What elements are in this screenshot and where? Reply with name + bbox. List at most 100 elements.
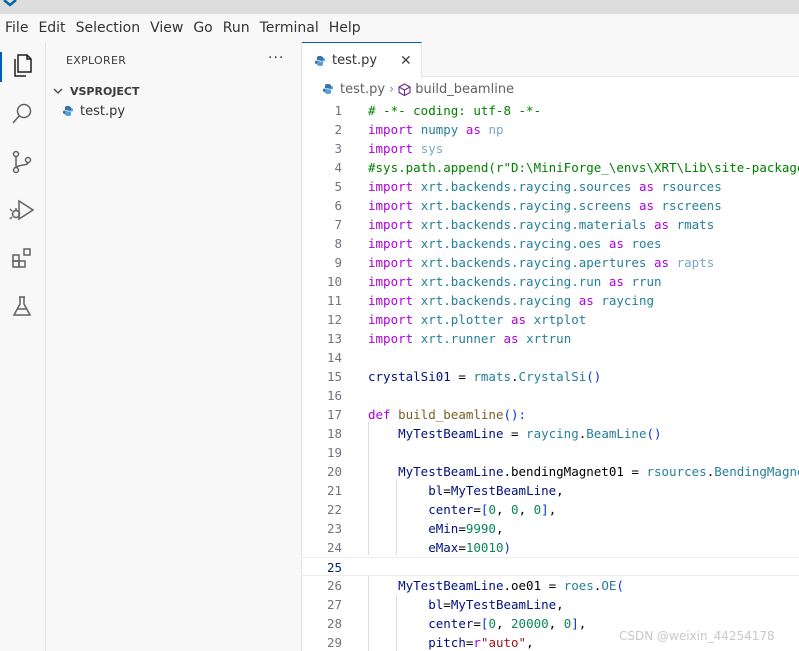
search-icon[interactable] (8, 100, 36, 128)
code-line[interactable]: 10 import xrt.backends.raycing.run as rru… (302, 272, 799, 291)
line-number: 20 (326, 464, 342, 479)
code-line[interactable]: 14 (302, 348, 799, 367)
line-number: 22 (326, 502, 342, 517)
code-token: MyTestBeamLine (398, 464, 504, 479)
code-line[interactable]: 26 MyTestBeamLine.oe01 = roes.OE( (302, 576, 799, 595)
code-token: = (443, 483, 451, 498)
code-token: eMin (428, 521, 459, 536)
code-token: , (548, 502, 557, 517)
code-token: = (458, 540, 466, 555)
folder-vsproject[interactable]: VSPROJECT (46, 80, 302, 102)
code-line[interactable]: 3 import sys (302, 139, 799, 158)
code-text: import xrt.runner as xrtrun (368, 329, 571, 348)
code-line[interactable]: 22 center=[0, 0, 0], (302, 500, 799, 519)
code-token: import (368, 274, 414, 289)
code-token: import (368, 312, 414, 327)
code-token: as (638, 198, 654, 213)
menu-selection[interactable]: Selection (76, 20, 141, 36)
menu-help[interactable]: Help (329, 20, 361, 36)
code-token: , (495, 616, 512, 631)
active-indicator (0, 52, 2, 82)
code-text: import xrt.backends.raycing.screens as r… (368, 196, 722, 215)
breadcrumb-symbol[interactable]: build_beamline (415, 82, 514, 97)
symbol-method-icon (398, 82, 411, 96)
file-item-test-py[interactable]: test.py (46, 100, 302, 122)
code-token: ) (503, 540, 512, 555)
editor-tab-bar: test.py ✕ (302, 42, 799, 78)
run-debug-icon[interactable] (8, 196, 36, 224)
menu-run[interactable]: Run (223, 20, 250, 36)
code-token: as (654, 217, 670, 232)
code-token: xrt.backends.raycing.sources (420, 179, 632, 194)
code-line[interactable]: 13 import xrt.runner as xrtrun (302, 329, 799, 348)
code-line[interactable]: 23 eMin=9990, (302, 519, 799, 538)
code-line[interactable]: 8 import xrt.backends.raycing.oes as roes (302, 234, 799, 253)
code-line[interactable]: 24 eMax=10010) (302, 538, 799, 557)
code-line[interactable]: 11 import xrt.backends.raycing as raycing (302, 291, 799, 310)
line-number: 21 (326, 483, 342, 498)
code-line[interactable]: 17 def build_beamline(): (302, 405, 799, 424)
code-line[interactable]: 9 import xrt.backends.raycing.apertures a… (302, 253, 799, 272)
code-line[interactable]: 16 (302, 386, 799, 405)
more-actions-icon[interactable]: ··· (268, 50, 284, 66)
code-line[interactable]: 18 MyTestBeamLine = raycing.BeamLine() (302, 424, 799, 443)
line-number: 19 (326, 445, 342, 460)
code-token: as (578, 293, 594, 308)
testing-icon[interactable] (8, 292, 36, 320)
code-line[interactable]: 7 import xrt.backends.raycing.materials a… (302, 215, 799, 234)
source-control-icon[interactable] (8, 148, 36, 176)
code-line[interactable]: 1 # -*- coding: utf-8 -*- (302, 101, 799, 120)
line-number: 14 (326, 350, 342, 365)
extensions-icon[interactable] (8, 244, 36, 272)
code-token: pitch (428, 635, 466, 650)
code-line[interactable]: 6 import xrt.backends.raycing.screens as … (302, 196, 799, 215)
code-token: xrt.backends.raycing.oes (420, 236, 602, 251)
explorer-icon[interactable] (8, 52, 36, 80)
code-line[interactable]: 25 (302, 557, 799, 576)
code-line[interactable]: 12 import xrt.plotter as xrtplot (302, 310, 799, 329)
tab-test-py[interactable]: test.py ✕ (302, 42, 422, 78)
menu-edit[interactable]: Edit (38, 20, 65, 36)
code-token: 0 (488, 502, 496, 517)
code-editor[interactable]: 1 # -*- coding: utf-8 -*- 2 import numpy as… (302, 100, 799, 651)
code-token: import (368, 236, 414, 251)
code-text: MyTestBeamLine.bendingMagnet01 = rsource… (368, 462, 799, 481)
code-line[interactable]: 4 #sys.path.append(r"D:\MiniForge_\envs\X… (302, 158, 799, 177)
code-token: ] (571, 616, 579, 631)
code-token: import (368, 198, 414, 213)
code-line[interactable]: 2 import numpy as np (302, 120, 799, 139)
menu-go[interactable]: Go (193, 20, 212, 36)
menu-view[interactable]: View (150, 20, 183, 36)
code-token: def (368, 407, 391, 422)
code-line[interactable]: 19 (302, 443, 799, 462)
line-number: 26 (326, 578, 342, 593)
code-token: sys (420, 141, 444, 156)
close-icon[interactable]: ✕ (400, 53, 412, 69)
code-line[interactable]: 21 bl=MyTestBeamLine, (302, 481, 799, 500)
menu-file[interactable]: File (5, 20, 28, 36)
code-line[interactable]: 15 crystalSi01 = rmats.CrystalSi() (302, 367, 799, 386)
code-token: MyTestBeamLine (398, 426, 504, 441)
breadcrumb-file[interactable]: test.py (340, 82, 385, 97)
code-line[interactable]: 27 bl=MyTestBeamLine, (302, 595, 799, 614)
code-line[interactable]: 20 MyTestBeamLine.bendingMagnet01 = rsou… (302, 462, 799, 481)
code-token: import (368, 122, 414, 137)
code-line[interactable]: 5 import xrt.backends.raycing.sources as … (302, 177, 799, 196)
code-token: crystalSi01 (368, 369, 451, 384)
line-number: 12 (326, 312, 342, 327)
line-number: 9 (334, 255, 342, 270)
code-token: 9990 (465, 521, 496, 536)
line-number: 25 (326, 560, 342, 575)
menu-terminal[interactable]: Terminal (260, 20, 319, 36)
code-text: import xrt.backends.raycing as raycing (368, 291, 654, 310)
code-text: center=[0, 20000, 0], (368, 614, 586, 633)
python-file-icon (315, 55, 325, 66)
